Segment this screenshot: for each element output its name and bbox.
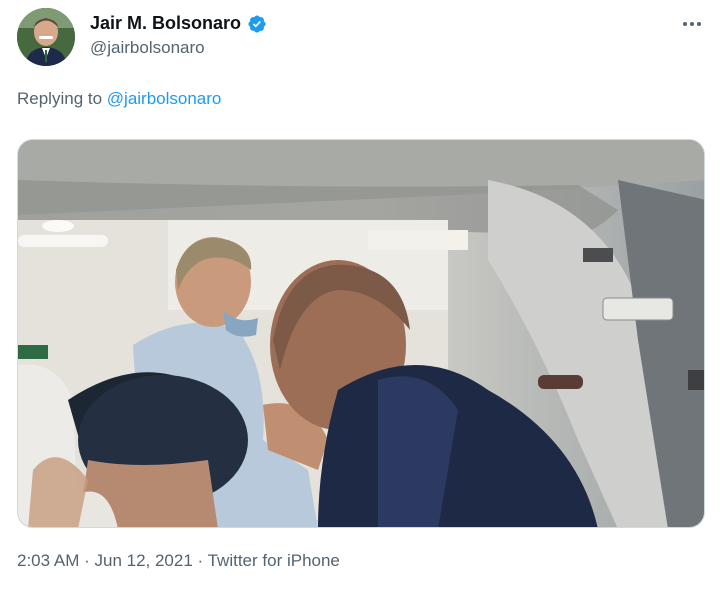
verified-badge-icon — [248, 14, 266, 33]
tweet-source[interactable]: Twitter for iPhone — [208, 551, 340, 570]
tweet-meta: 2:03 AM · Jun 12, 2021 · Twitter for iPh… — [17, 551, 340, 571]
replying-to-mention[interactable]: @jairbolsonaro — [107, 89, 222, 108]
author-display-name[interactable]: Jair M. Bolsonaro — [90, 13, 241, 34]
replying-to-prefix: Replying to — [17, 89, 107, 108]
author-name-row[interactable]: Jair M. Bolsonaro — [90, 13, 267, 34]
more-dot — [697, 22, 701, 26]
meta-separator: · — [79, 551, 95, 570]
video-frame-image — [18, 140, 704, 527]
author-handle[interactable]: @jairbolsonaro — [90, 38, 205, 58]
tweet-date[interactable]: Jun 12, 2021 — [94, 551, 192, 570]
avatar-image — [17, 8, 75, 66]
tweet-time[interactable]: 2:03 AM — [17, 551, 79, 570]
more-dot — [683, 22, 687, 26]
more-horizontal-icon[interactable] — [680, 12, 704, 36]
replying-to: Replying to @jairbolsonaro — [17, 89, 221, 109]
more-dot — [690, 22, 694, 26]
meta-separator: · — [192, 551, 208, 570]
avatar[interactable] — [17, 8, 75, 66]
tweet-media[interactable] — [17, 139, 705, 528]
